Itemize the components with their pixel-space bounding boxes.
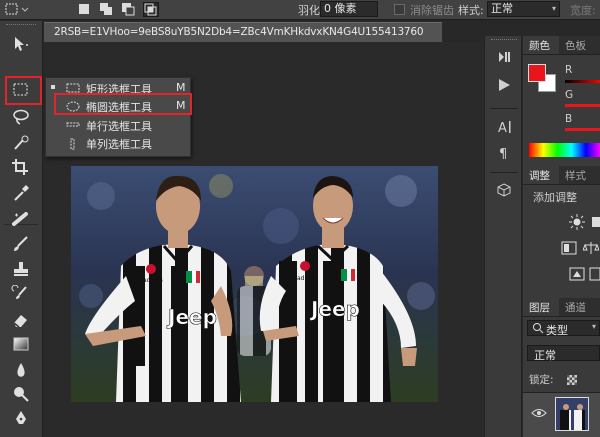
- g-slider[interactable]: [565, 104, 600, 107]
- lock-label: 锁定:: [529, 374, 554, 386]
- paragraph-panel-icon[interactable]: ¶: [495, 144, 513, 162]
- right-panels: 颜色 色板 R G B 调整 样式 添加调整 图层 通道 类型 ▾ 正常 锁定:: [523, 36, 600, 437]
- blur-tool-icon[interactable]: [8, 358, 34, 382]
- brush-tool-icon[interactable]: [8, 232, 34, 256]
- options-bar: 羽化: 0 像素 消除锯齿 样式: 正常 ▾ 宽度:: [0, 0, 600, 20]
- clone-stamp-tool-icon[interactable]: [8, 257, 34, 281]
- actions-panel-icon[interactable]: [495, 76, 513, 94]
- ellipse-marquee-highlight: [54, 93, 192, 115]
- adjustments-panel-tabs: 调整 样式: [523, 166, 600, 185]
- eyedropper-tool-icon[interactable]: [8, 181, 34, 205]
- brightness-icon[interactable]: [569, 214, 585, 233]
- quick-select-tool-icon[interactable]: [8, 131, 34, 155]
- antialias-label: 消除锯齿: [410, 4, 454, 17]
- search-icon: [532, 322, 544, 337]
- 3d-panel-icon[interactable]: [495, 181, 513, 199]
- color-spectrum-bar[interactable]: [529, 143, 600, 157]
- crop-tool-icon[interactable]: [8, 155, 34, 179]
- intersect-selection-icon[interactable]: [143, 2, 159, 17]
- document-photo: Jeep adidas Jeep adidas: [71, 166, 438, 402]
- gradient-map-icon[interactable]: [589, 267, 600, 284]
- style-label: 样式:: [458, 4, 484, 17]
- svg-text:¶: ¶: [499, 147, 507, 161]
- hue-saturation-icon[interactable]: [561, 241, 577, 258]
- add-adjustment-label: 添加调整: [533, 191, 577, 204]
- lock-transparency-icon[interactable]: [567, 375, 577, 385]
- character-panel-icon[interactable]: A: [495, 118, 513, 136]
- flyout-item-label: 单列选框工具: [86, 138, 152, 151]
- single-column-marquee-icon: [66, 138, 80, 153]
- g-label: G: [565, 89, 574, 101]
- panel-icon-strip: A ¶: [484, 36, 522, 437]
- strip-divider: [490, 172, 518, 173]
- style-select-value: 正常: [491, 2, 513, 15]
- chevron-down-icon: ▾: [592, 322, 597, 331]
- left-badge-text: adidas: [143, 277, 163, 284]
- single-row-marquee-icon: [66, 120, 80, 133]
- levels-icon[interactable]: [591, 214, 600, 233]
- style-select[interactable]: 正常 ▾: [487, 1, 560, 17]
- right-badge-text: adidas: [297, 275, 317, 282]
- flyout-item-single-column-marquee[interactable]: 单列选框工具: [46, 134, 192, 152]
- r-slider[interactable]: [565, 80, 600, 83]
- toolbar-grip[interactable]: [6, 24, 36, 26]
- flyout-item-label: 单行选框工具: [86, 120, 152, 133]
- healing-brush-tool-icon[interactable]: [8, 207, 34, 231]
- flyout-item-single-row-marquee[interactable]: 单行选框工具: [46, 116, 192, 134]
- right-sponsor-text: Jeep: [309, 297, 360, 321]
- r-label: R: [565, 64, 573, 76]
- eye-icon[interactable]: [531, 407, 547, 422]
- pen-tool-icon[interactable]: [8, 406, 34, 430]
- eraser-tool-icon[interactable]: [8, 308, 34, 332]
- layers-panel-tabs: 图层 通道: [523, 298, 600, 317]
- blend-mode-value: 正常: [534, 349, 556, 362]
- marquee-preset-icon[interactable]: [4, 2, 29, 17]
- left-sponsor-text: Jeep: [166, 305, 217, 329]
- selected-indicator-icon: [51, 85, 55, 89]
- layer-row[interactable]: [523, 392, 600, 437]
- gradient-tool-icon[interactable]: [8, 332, 34, 356]
- foreground-color-swatch-front: [528, 64, 546, 82]
- document-tab-title: 2RSB=E1VHoo=9eBS8uYB5N2Db4=ZBc4VmKHkdvxK…: [54, 26, 424, 38]
- photo-filter-icon[interactable]: [569, 267, 585, 284]
- history-panel-icon[interactable]: [495, 48, 513, 66]
- strip-divider: [490, 108, 518, 109]
- antialias-checkbox[interactable]: [394, 4, 405, 15]
- marquee-tools-flyout: 矩形选框工具 M 椭圆选框工具 M 单行选框工具 单列选框工具: [45, 77, 191, 157]
- chevron-down-icon: ▾: [551, 4, 556, 13]
- dodge-tool-icon[interactable]: [8, 382, 34, 406]
- marquee-tool-highlight: [5, 76, 42, 105]
- b-label: B: [565, 113, 573, 125]
- color-panel-tabs: 颜色 色板: [523, 36, 600, 55]
- layer-thumbnail: [555, 397, 589, 431]
- subtract-selection-icon[interactable]: [121, 2, 137, 17]
- tab-swatches[interactable]: 色板: [565, 38, 586, 53]
- balance-icon[interactable]: [582, 241, 600, 258]
- lasso-tool-icon[interactable]: [8, 105, 34, 129]
- document-tab[interactable]: 2RSB=E1VHoo=9eBS8uYB5N2Db4=ZBc4VmKHkdvxK…: [44, 22, 442, 42]
- tab-adjustments[interactable]: 调整: [529, 168, 550, 183]
- layer-filter-value: 类型: [546, 324, 568, 337]
- svg-text:A: A: [498, 121, 507, 135]
- new-selection-icon[interactable]: [77, 2, 93, 17]
- feather-input[interactable]: 0 像素: [320, 1, 378, 17]
- width-label: 宽度:: [570, 4, 596, 17]
- b-slider[interactable]: [565, 128, 600, 131]
- history-brush-tool-icon[interactable]: [8, 282, 34, 306]
- tab-color[interactable]: 颜色: [529, 38, 550, 53]
- move-tool-icon[interactable]: [8, 32, 34, 56]
- add-selection-icon[interactable]: [99, 2, 115, 17]
- blend-mode-select[interactable]: 正常: [527, 345, 600, 362]
- tab-layers[interactable]: 图层: [529, 300, 550, 315]
- tab-styles[interactable]: 样式: [565, 168, 586, 183]
- tab-channels[interactable]: 通道: [565, 300, 586, 315]
- strip-grip[interactable]: [491, 39, 517, 40]
- layer-filter-select[interactable]: 类型 ▾: [527, 320, 600, 337]
